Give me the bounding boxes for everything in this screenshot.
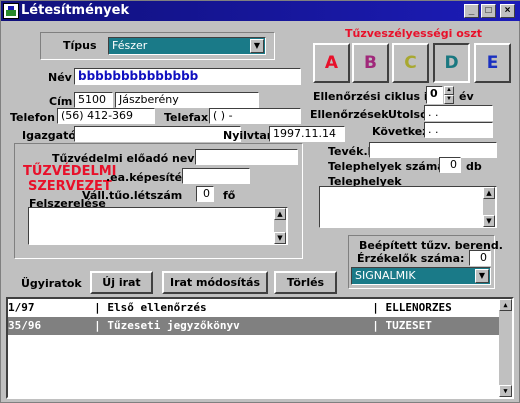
ellenorzesi-ciklus-label: Ellenőrzési ciklus idő: [313, 90, 444, 103]
cim-label: Cím: [49, 95, 73, 108]
chevron-down-icon[interactable]: ▼: [250, 39, 264, 53]
maximize-button[interactable]: □: [481, 4, 496, 18]
tipus-select[interactable]: Fészer ▼: [108, 37, 266, 55]
berendezes-select-value: SIGNALMIK: [355, 269, 416, 282]
close-button[interactable]: ×: [500, 4, 515, 18]
telephelyek-textarea[interactable]: ▲ ▼: [319, 186, 497, 228]
delete-button[interactable]: Törlés: [274, 271, 337, 294]
spin-up-icon[interactable]: ▲: [444, 86, 454, 95]
list-item[interactable]: 1/97 | Első ellenőrzés | ELLENORZES: [8, 299, 500, 317]
nev-label: Név: [48, 71, 72, 84]
scroll-up-icon[interactable]: ▲: [499, 299, 512, 311]
utolso-label: Utolsó: [388, 108, 428, 121]
title-bar[interactable]: Létesítmények _ □ ×: [1, 1, 520, 21]
fire-class-c-button[interactable]: C: [392, 43, 429, 83]
minimize-button[interactable]: _: [464, 4, 479, 18]
fo-label: fő: [223, 189, 236, 202]
nev-input[interactable]: bbbbbbbbbbbbbb: [74, 68, 301, 85]
new-document-button[interactable]: Új irat: [90, 271, 153, 294]
kovetkezo-input[interactable]: . .: [424, 122, 493, 138]
felszerelese-textarea[interactable]: ▲ ▼: [28, 207, 288, 245]
window-title: Létesítmények: [21, 3, 130, 18]
berendezes-select[interactable]: SIGNALMIK ▼: [351, 267, 491, 285]
scroll-down-icon[interactable]: ▼: [483, 215, 495, 227]
telephelyek-szama-label: Telephelyek száma: [328, 160, 445, 173]
letszam-input[interactable]: 0: [196, 186, 214, 202]
modify-document-button[interactable]: Irat módosítás: [162, 271, 268, 294]
city-input[interactable]: Jászberény: [115, 92, 259, 108]
utolso-input[interactable]: . .: [424, 105, 493, 121]
ugyiratok-label: Ügyiratok: [21, 277, 82, 290]
eloado-input[interactable]: [195, 149, 298, 165]
telefax-input[interactable]: ( ) -: [209, 108, 301, 124]
spin-down-icon[interactable]: ▼: [444, 95, 454, 104]
kepesitese-input[interactable]: [182, 168, 250, 184]
erzekelok-input[interactable]: 0: [469, 250, 491, 266]
telephelyek-szama-unit: db: [466, 160, 482, 173]
erzekelok-label: Érzékelők száma:: [357, 252, 465, 265]
scroll-down-icon[interactable]: ▼: [499, 385, 512, 397]
telephelyek-szama-input[interactable]: 0: [439, 157, 461, 173]
fire-class-title: Tűzveszélyességi oszt: [345, 27, 482, 40]
ellenorzesi-ciklus-input[interactable]: 0: [426, 86, 443, 104]
tipus-select-value: Fészer: [112, 39, 148, 52]
documents-list[interactable]: 1/97 | Első ellenőrzés | ELLENORZES 35/9…: [6, 297, 514, 399]
telefon-label: Telefon: [10, 111, 55, 124]
igazgato-input[interactable]: [74, 126, 241, 142]
szervezet-line1: TŰZVÉDELMI: [23, 164, 117, 179]
nyilvtart-input[interactable]: 1997.11.14: [269, 126, 345, 142]
ellenorzesek-label: Ellenőrzések: [310, 108, 389, 121]
igazgato-label: Igazgató: [22, 129, 76, 142]
felszerelese-scrollbar[interactable]: ▲ ▼: [274, 208, 286, 244]
app-icon[interactable]: [3, 3, 19, 19]
list-scrollbar[interactable]: ▲ ▼: [499, 299, 512, 397]
scroll-up-icon[interactable]: ▲: [483, 187, 495, 199]
tevek-input[interactable]: [369, 142, 497, 158]
ellenorzesi-unit: év: [459, 90, 474, 103]
telephelyek-scrollbar[interactable]: ▲ ▼: [483, 187, 495, 227]
main-window: Létesítmények _ □ × Típus Fészer ▼ Tűzve…: [0, 0, 520, 403]
fire-class-b-button[interactable]: B: [352, 43, 389, 83]
list-item[interactable]: 35/96 | Tűzeseti jegyzőkönyv | TUZESET: [8, 317, 500, 335]
fire-class-a-button[interactable]: A: [313, 43, 350, 83]
fire-class-e-button[interactable]: E: [474, 43, 511, 83]
scroll-down-icon[interactable]: ▼: [274, 232, 286, 244]
scroll-up-icon[interactable]: ▲: [274, 208, 286, 220]
telefax-label: Telefax: [164, 111, 209, 124]
telefon-input[interactable]: (56) 412-369: [57, 108, 155, 124]
tipus-label: Típus: [63, 39, 97, 52]
zip-input[interactable]: 5100: [74, 92, 113, 108]
fire-class-d-button[interactable]: D: [433, 43, 470, 83]
chevron-down-icon[interactable]: ▼: [475, 269, 489, 283]
